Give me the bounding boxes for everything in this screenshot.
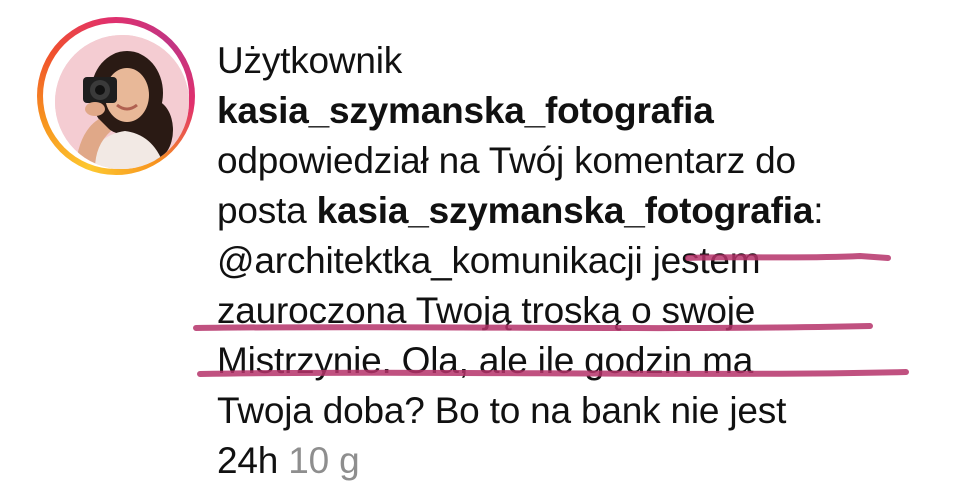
comment-line-4: Twoja doba? Bo to na bank nie jest <box>217 390 787 431</box>
post-prefix: posta <box>217 190 307 231</box>
profile-photo-icon <box>55 35 189 169</box>
comment-line-1: @architektka_komunikacji jestem <box>217 240 761 281</box>
comment-line-5: 24h <box>217 440 279 481</box>
colon: : <box>813 190 824 231</box>
notification-prefix: Użytkownik <box>217 40 403 81</box>
avatar[interactable] <box>55 35 189 169</box>
comment-reply-notification[interactable]: Użytkownik kasia_szymanska_fotografia od… <box>0 0 969 491</box>
comment-line-2: zauroczona Twoją troską o swoje <box>217 290 756 331</box>
story-ring[interactable] <box>37 17 195 175</box>
notification-text: Użytkownik kasia_szymanska_fotografia od… <box>217 36 937 486</box>
comment-line-3: Mistrzynie. Ola, ale ile godzin ma <box>217 340 754 381</box>
timestamp: 10 g <box>288 440 360 481</box>
username-link[interactable]: kasia_szymanska_fotografia <box>217 86 937 136</box>
notification-action: odpowiedział na Twój komentarz do <box>217 140 796 181</box>
post-owner-link[interactable]: kasia_szymanska_fotografia <box>317 190 814 231</box>
